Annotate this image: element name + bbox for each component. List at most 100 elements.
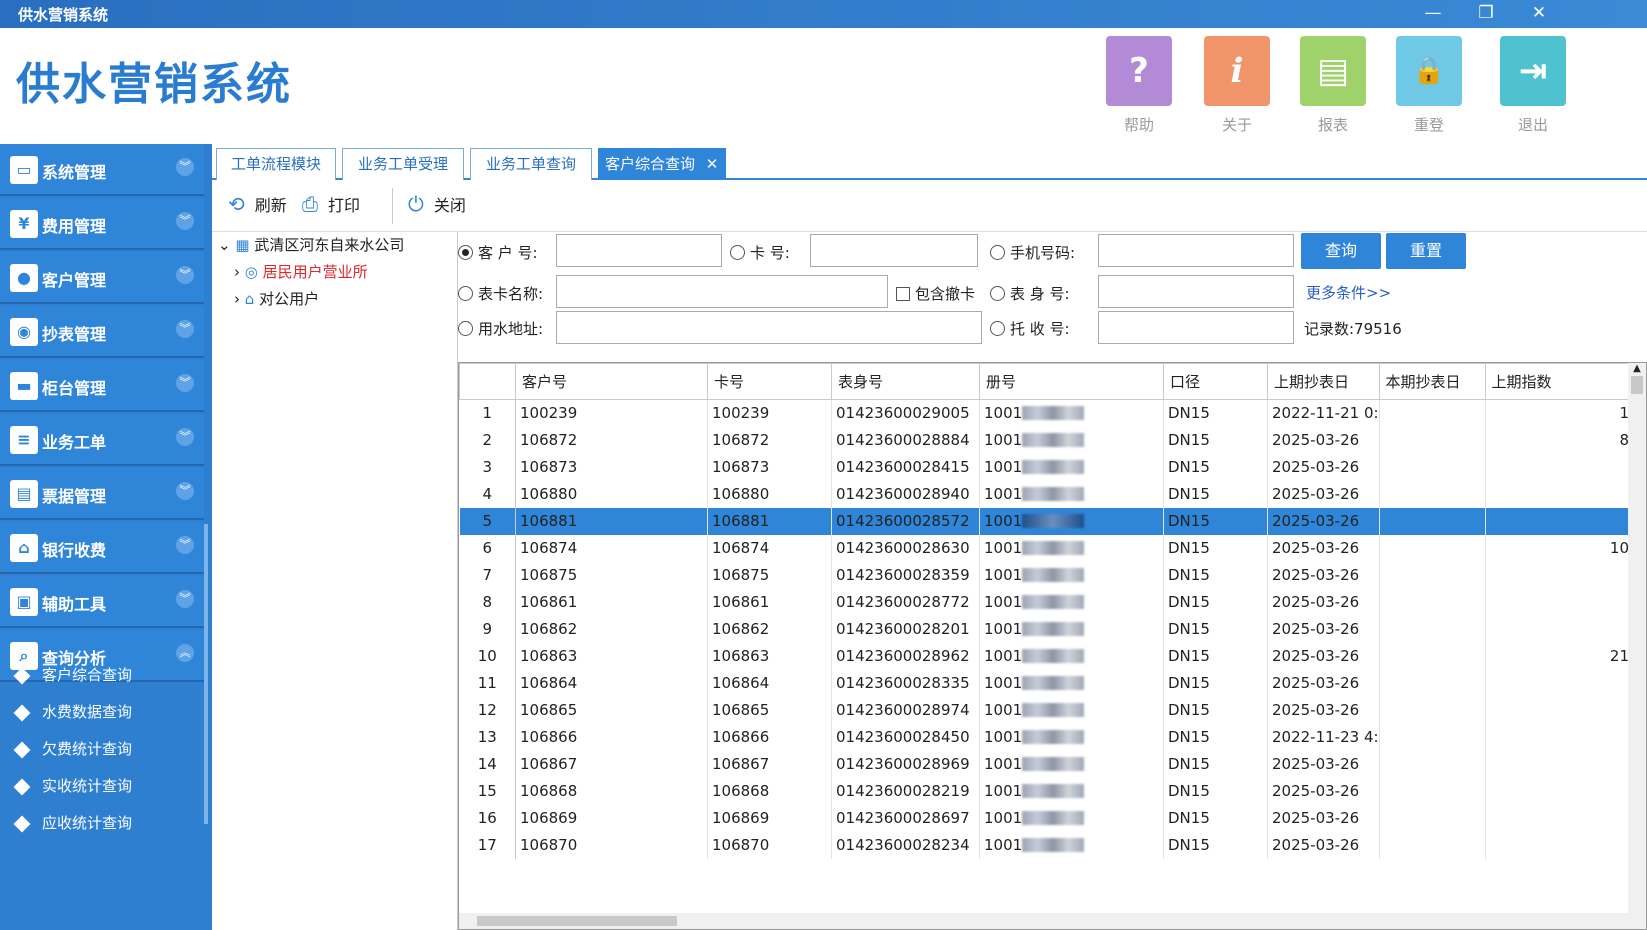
more-conditions-link[interactable]: 更多条件>>: [1306, 282, 1391, 303]
table-cell: 01423600028630: [831, 534, 980, 562]
menu-label: 辅助工具: [42, 595, 107, 614]
table-row[interactable]: 17 106870 106870 01423600028234 1001 DN15 2025…: [459, 831, 1646, 859]
table-row[interactable]: 15 106868 106868 01423600028219 1001 DN15 2025…: [459, 777, 1646, 805]
menu-tools[interactable]: ▣ 辅助工具 ︾: [0, 576, 204, 628]
table-cell: 01423600028697: [831, 804, 980, 832]
menu-system[interactable]: ▭ 系统管理 ︾: [0, 144, 204, 196]
col-header[interactable]: 客户号: [515, 363, 708, 400]
expand-icon[interactable]: ›: [234, 263, 240, 281]
customer-no-input[interactable]: [556, 234, 722, 267]
col-header[interactable]: 表身号: [831, 363, 980, 400]
address-input[interactable]: [556, 311, 982, 344]
card-no-input[interactable]: [810, 234, 978, 267]
table-row[interactable]: 4 106880 106880 01423600028940 1001 DN15 2025-…: [459, 480, 1646, 508]
tab-workflow[interactable]: 工单流程模块: [216, 148, 336, 180]
table-cell: 106865: [707, 696, 832, 724]
user-icon: ●: [10, 264, 38, 292]
table-row[interactable]: 10 106863 106863 01423600028962 1001 DN15 2025…: [459, 642, 1646, 670]
table-row[interactable]: 16 106869 106869 01423600028697 1001 DN15 2025…: [459, 804, 1646, 832]
table-cell: 1001: [979, 750, 1164, 778]
tab-customer-query[interactable]: 客户综合查询 ✕: [598, 148, 726, 180]
radio-collect-no[interactable]: 托 收 号:: [990, 318, 1070, 339]
table-row[interactable]: 1 100239 100239 01423600029005 1001 DN15 2022-…: [459, 399, 1646, 427]
col-header[interactable]: 册号: [979, 363, 1164, 400]
submenu-receivable-query[interactable]: 应收统计查询: [13, 812, 132, 833]
tree-root[interactable]: ⌄ ▦ 武清区河东自来水公司: [218, 234, 404, 255]
radio-card-no[interactable]: 卡 号:: [730, 242, 790, 263]
minimize-button[interactable]: —: [1410, 0, 1456, 28]
col-header[interactable]: 上期指数: [1484, 363, 1646, 400]
tree-node-residential[interactable]: › ◎ 居民用户营业所: [234, 261, 368, 282]
meter-body-input[interactable]: [1098, 275, 1294, 308]
radio-address[interactable]: 用水地址:: [458, 318, 543, 339]
grid-horizontal-scrollbar[interactable]: [459, 913, 1629, 929]
submenu-customer-query[interactable]: 客户综合查询: [13, 664, 132, 685]
menu-receipt[interactable]: ▤ 票据管理 ︾: [0, 468, 204, 520]
table-row[interactable]: 3 106873 106873 01423600028415 1001 DN15 2025-…: [459, 453, 1646, 481]
report-button[interactable]: ▤ 报表: [1300, 36, 1366, 135]
table-row[interactable]: 9 106862 106862 01423600028201 1001 DN15 2025-…: [459, 615, 1646, 643]
tree-node-public[interactable]: › ⌂ 对公用户: [234, 288, 319, 309]
close-window-button[interactable]: ✕: [1516, 0, 1562, 28]
radio-meter-body[interactable]: 表 身 号:: [990, 283, 1070, 304]
col-header[interactable]: 卡号: [707, 363, 832, 400]
col-header[interactable]: 上期抄表日: [1267, 363, 1380, 400]
card-name-input[interactable]: [556, 275, 888, 308]
about-button[interactable]: i 关于: [1204, 36, 1270, 135]
col-header[interactable]: 口径: [1163, 363, 1268, 400]
table-row[interactable]: 5 106881 106881 01423600028572 1001 DN15 2025-…: [459, 507, 1646, 535]
print-button[interactable]: ⎙ 打印: [302, 192, 360, 216]
window-title: 供水营销系统: [18, 6, 109, 24]
refresh-button[interactable]: ⟲ 刷新: [228, 192, 287, 216]
table-row[interactable]: 12 106865 106865 01423600028974 1001 DN15 2025…: [459, 696, 1646, 724]
grid-vertical-scrollbar[interactable]: ▲: [1628, 363, 1646, 929]
tab-workorder-query[interactable]: 业务工单查询: [470, 148, 592, 180]
table-cell: [1379, 561, 1486, 589]
table-row[interactable]: 6 106874 106874 01423600028630 1001 DN15 2025-…: [459, 534, 1646, 562]
query-button[interactable]: 查询: [1301, 233, 1381, 269]
menu-fee[interactable]: ¥ 费用管理 ︾: [0, 198, 204, 250]
sidebar-scrollbar[interactable]: [204, 524, 208, 824]
phone-input[interactable]: [1098, 234, 1294, 267]
record-count: 记录数:79516: [1304, 320, 1402, 338]
table-row[interactable]: 14 106867 106867 01423600028969 1001 DN15 2025…: [459, 750, 1646, 778]
table-cell: DN15: [1163, 642, 1268, 670]
include-cancel-checkbox[interactable]: 包含撤卡: [896, 283, 975, 304]
table-cell: 106862: [515, 615, 708, 643]
close-tab-icon[interactable]: ✕: [706, 155, 719, 173]
menu-bank[interactable]: ⌂ 银行收费 ︾: [0, 522, 204, 574]
col-header[interactable]: 本期抄表日: [1378, 363, 1486, 400]
menu-workorder[interactable]: ≡ 业务工单 ︾: [0, 414, 204, 466]
close-button[interactable]: ⏻ 关闭: [408, 192, 466, 216]
table-row[interactable]: 8 106861 106861 01423600028772 1001 DN15 2025-…: [459, 588, 1646, 616]
radio-icon: [458, 321, 473, 336]
radio-phone[interactable]: 手机号码:: [990, 242, 1075, 263]
menu-counter[interactable]: ▬ 柜台管理 ︾: [0, 360, 204, 412]
menu-meter[interactable]: ◉ 抄表管理 ︾: [0, 306, 204, 358]
table-row[interactable]: 2 106872 106872 01423600028884 1001 DN15 2025-…: [459, 426, 1646, 454]
scroll-thumb[interactable]: [477, 916, 677, 926]
tab-workorder-accept[interactable]: 业务工单受理: [342, 148, 464, 180]
collapse-icon[interactable]: ⌄: [218, 236, 231, 254]
book-no-text: 1001: [984, 485, 1023, 503]
submenu-water-fee-query[interactable]: 水费数据查询: [13, 701, 132, 722]
exit-button[interactable]: ⇥ 退出: [1500, 36, 1566, 135]
submenu-arrears-query[interactable]: 欠费统计查询: [13, 738, 132, 759]
table-row[interactable]: 13 106866 106866 01423600028450 1001 DN15 2022…: [459, 723, 1646, 751]
collect-no-input[interactable]: [1098, 311, 1294, 344]
scroll-thumb[interactable]: [1631, 376, 1643, 394]
scroll-up-icon[interactable]: ▲: [1628, 363, 1646, 374]
help-button[interactable]: ? 帮助: [1106, 36, 1172, 135]
radio-customer-no[interactable]: 客 户 号:: [458, 242, 538, 263]
radio-icon: [458, 245, 473, 260]
menu-customer[interactable]: ● 客户管理 ︾: [0, 252, 204, 304]
table-row[interactable]: 7 106875 106875 01423600028359 1001 DN15 2025-…: [459, 561, 1646, 589]
radio-card-name[interactable]: 表卡名称:: [458, 283, 543, 304]
relogin-button[interactable]: 🔒 重登: [1396, 36, 1462, 135]
table-cell: 2025-03-26: [1267, 615, 1380, 643]
maximize-button[interactable]: ❐: [1463, 0, 1509, 28]
table-row[interactable]: 11 106864 106864 01423600028335 1001 DN15 2025…: [459, 669, 1646, 697]
expand-icon[interactable]: ›: [234, 290, 240, 308]
submenu-received-query[interactable]: 实收统计查询: [13, 775, 132, 796]
reset-button[interactable]: 重置: [1386, 233, 1466, 269]
